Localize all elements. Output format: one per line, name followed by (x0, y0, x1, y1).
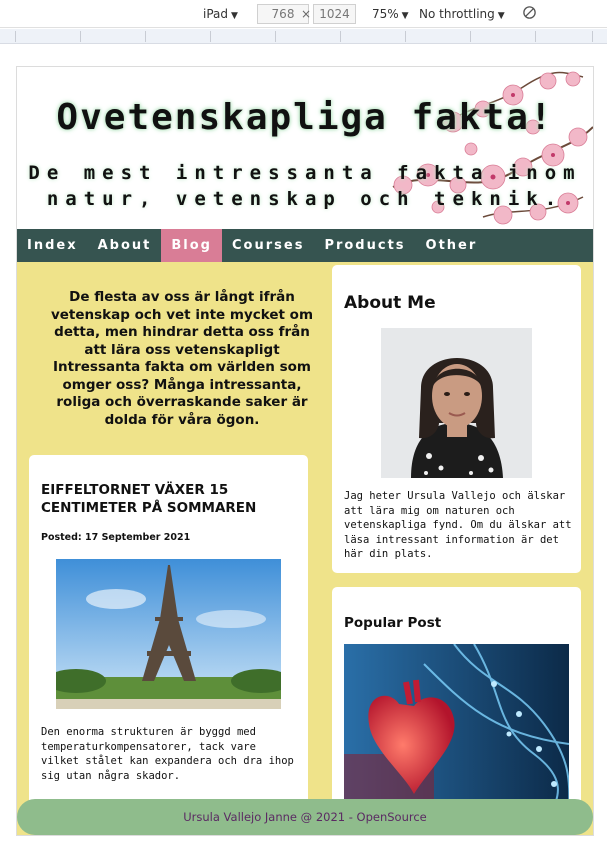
chevron-down-icon: ▼ (497, 11, 505, 21)
chevron-down-icon: ▼ (231, 11, 238, 21)
about-title: About Me (344, 293, 436, 313)
post-date: Posted: 17 September 2021 (41, 532, 191, 543)
main-nav: Index About Blog Courses Products Other (17, 229, 593, 262)
about-text: Jag heter Ursula Vallejo och älskar att … (344, 490, 572, 560)
site-subtitle: De mest intressanta fakta inom natur, ve… (28, 162, 582, 210)
devtools-toolbar: iPad ▼ 768 × 1024 75% ▼ No throttling ▼ (0, 0, 607, 28)
blog-post-card: EIFFELTORNET VÄXER 15 CENTIMETER PÅ SOMM… (29, 455, 308, 815)
intro-text: De flesta av oss är långt ifrån vetenska… (50, 289, 314, 428)
popular-title: Popular Post (344, 615, 442, 631)
author-photo (381, 328, 532, 478)
nav-item-index[interactable]: Index (17, 229, 88, 262)
nav-item-about[interactable]: About (88, 229, 162, 262)
rotate-icon[interactable] (522, 5, 537, 23)
dimension-separator: × (301, 7, 312, 21)
zoom-select[interactable]: 75% ▼ (372, 7, 409, 21)
site-footer: Ursula Vallejo Janne @ 2021 - OpenSource (17, 799, 593, 835)
device-viewport: Ovetenskapliga fakta! De mest intressant… (16, 66, 594, 836)
nav-item-courses[interactable]: Courses (222, 229, 314, 262)
media-query-ruler (0, 29, 607, 44)
popular-post-card: Popular Post (332, 587, 581, 827)
nav-item-other[interactable]: Other (416, 229, 488, 262)
post-excerpt: Den enorma strukturen är byggd med tempe… (41, 726, 294, 782)
height-input[interactable]: 1024 (313, 4, 356, 24)
site-header: Ovetenskapliga fakta! De mest intressant… (17, 67, 593, 229)
about-me-card: About Me Jag heter Ursula Vallejo och äl… (332, 265, 581, 573)
nav-item-blog[interactable]: Blog (161, 229, 222, 262)
site-title: Ovetenskapliga fakta! (56, 97, 554, 138)
post-title[interactable]: EIFFELTORNET VÄXER 15 CENTIMETER PÅ SOMM… (41, 481, 296, 517)
nav-item-products[interactable]: Products (314, 229, 415, 262)
throttling-select[interactable]: No throttling ▼ (419, 7, 505, 21)
device-select[interactable]: iPad ▼ (203, 7, 238, 21)
chevron-down-icon: ▼ (401, 11, 409, 21)
eiffel-tower-image (56, 559, 281, 709)
